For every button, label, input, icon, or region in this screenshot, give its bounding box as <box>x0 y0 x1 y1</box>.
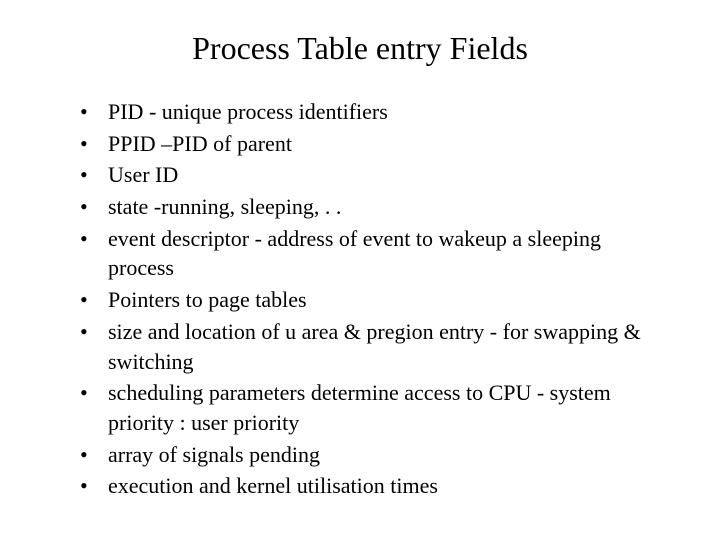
list-item: PID - unique process identifiers <box>80 97 670 127</box>
list-item: PPID –PID of parent <box>80 129 670 159</box>
list-item: Pointers to page tables <box>80 285 670 315</box>
list-item: execution and kernel utilisation times <box>80 471 670 501</box>
list-item: User ID <box>80 160 670 190</box>
list-item: size and location of u area & pregion en… <box>80 317 670 376</box>
list-item: scheduling parameters determine access t… <box>80 378 670 437</box>
slide-title: Process Table entry Fields <box>50 30 670 67</box>
list-item: array of signals pending <box>80 440 670 470</box>
list-item: state -running, sleeping, . . <box>80 192 670 222</box>
bullet-list: PID - unique process identifiers PPID –P… <box>50 97 670 501</box>
list-item: event descriptor - address of event to w… <box>80 224 670 283</box>
